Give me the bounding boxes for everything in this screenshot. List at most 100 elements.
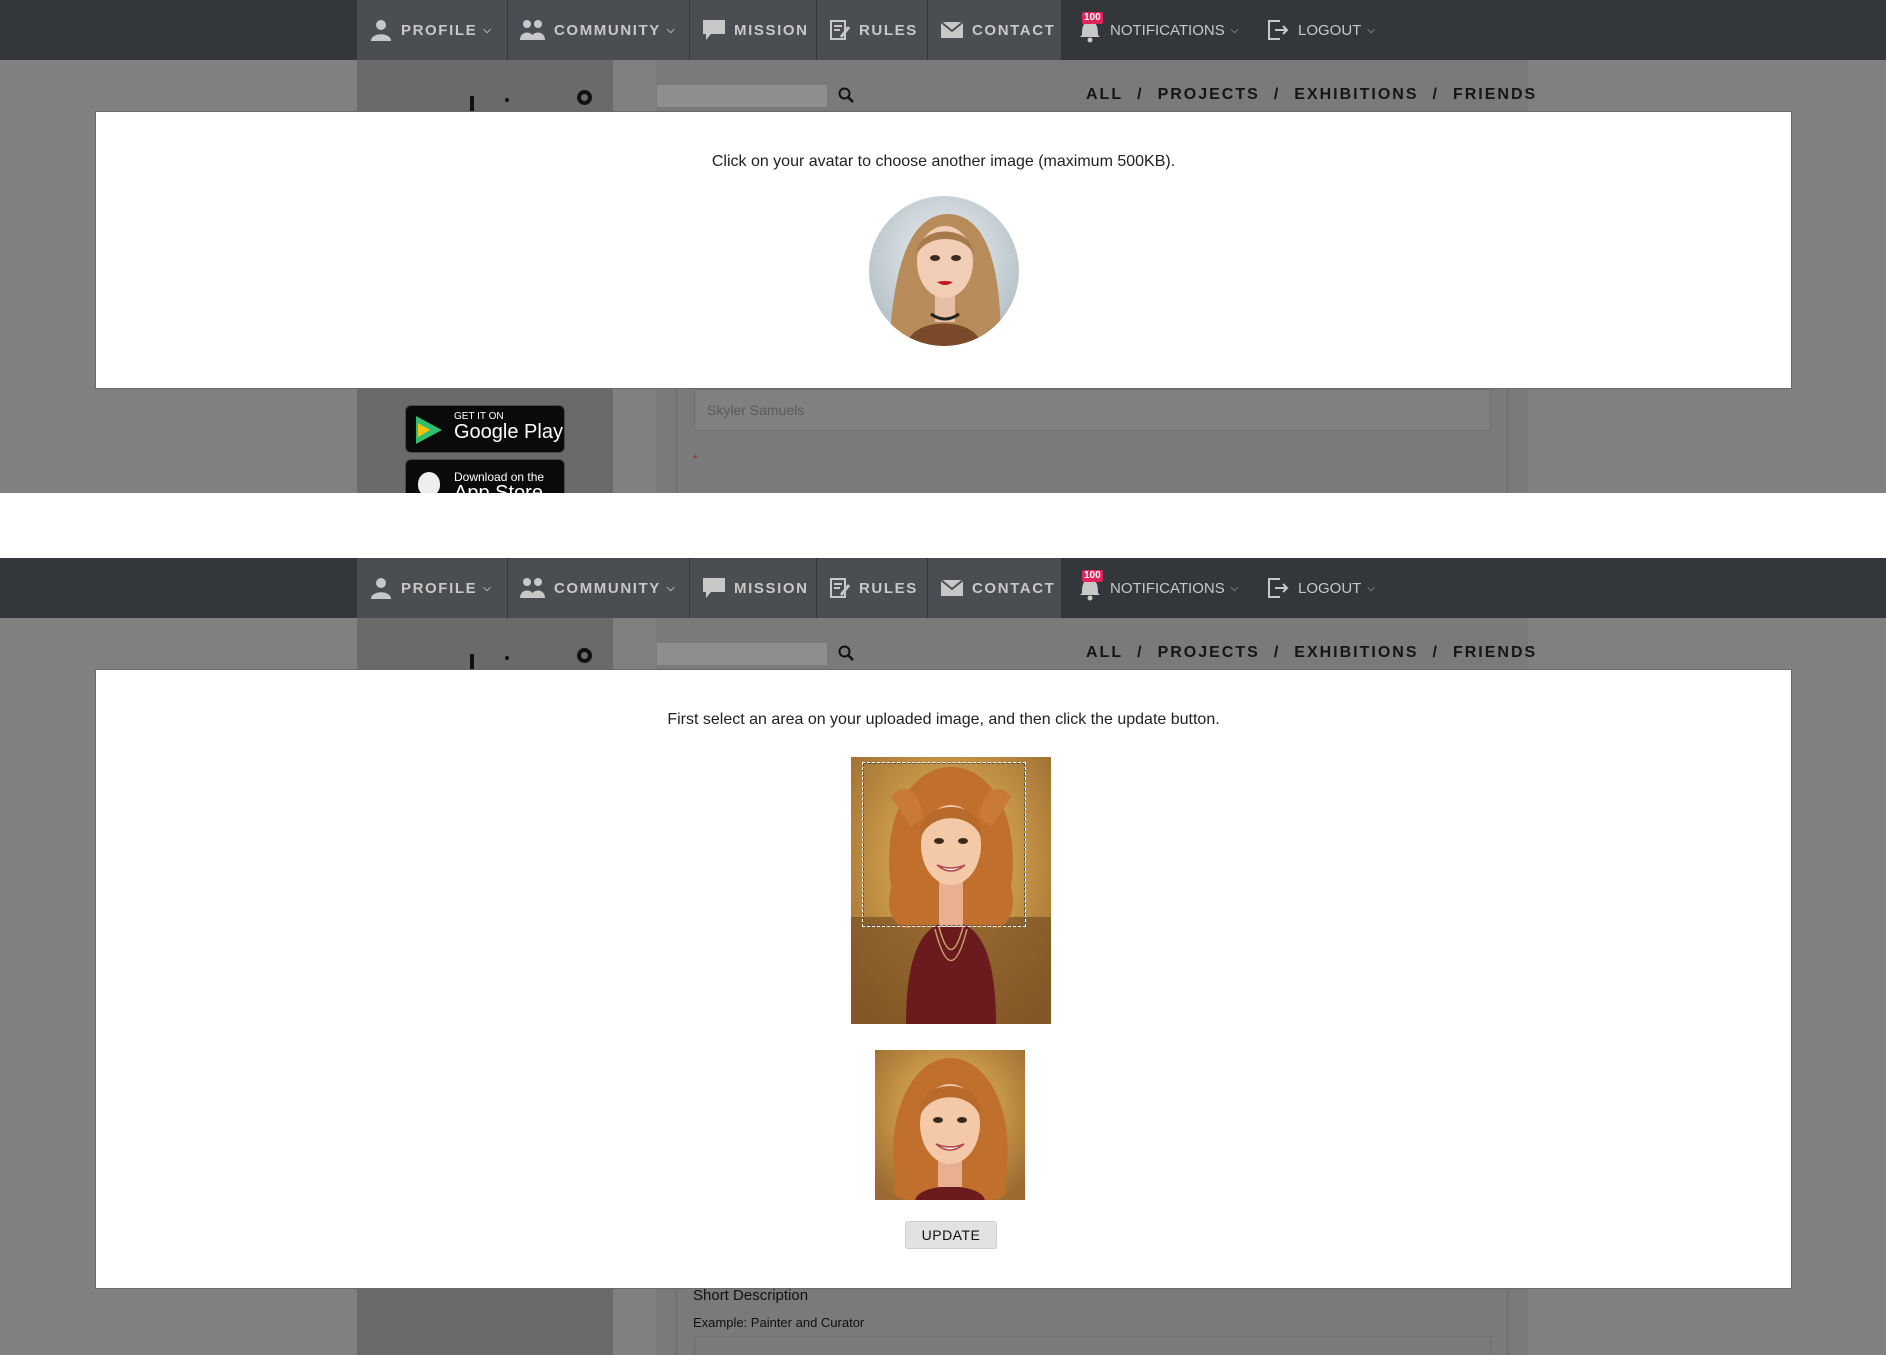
filter-friends[interactable]: FRIENDS [1453,86,1537,104]
nav-mission[interactable]: MISSION [690,0,816,60]
content-filters: ALL / PROJECTS / EXHIBITIONS / FRIENDS [1086,86,1537,104]
filter-projects[interactable]: PROJECTS [1158,644,1260,662]
nav-rules-label: RULES [859,579,918,597]
nav-rules[interactable]: RULES [817,558,927,618]
filter-separator: / [1432,86,1439,103]
update-button[interactable]: UPDATE [905,1221,997,1249]
envelope-icon [940,21,964,39]
nav-mission[interactable]: MISSION [690,558,816,618]
google-play-icon [416,416,442,444]
logout-icon [1266,576,1290,600]
filter-separator: / [1137,86,1144,103]
nav-contact-label: CONTACT [972,579,1056,597]
filter-friends[interactable]: FRIENDS [1453,644,1537,662]
nav-contact-label: CONTACT [972,21,1056,39]
user-icon [369,18,393,42]
nav-community-label: COMMUNITY [554,21,661,39]
nav-notifications[interactable]: 100 NOTIFICATIONS ⌵ [1066,558,1240,618]
nav-logout[interactable]: LOGOUT ⌵ [1254,0,1375,60]
screenshot-separator [0,493,1886,558]
filter-separator: / [1432,644,1439,661]
filter-exhibitions[interactable]: EXHIBITIONS [1294,86,1418,104]
rules-icon [829,577,851,599]
chat-bubble-icon [702,19,726,41]
logout-icon [1266,18,1290,42]
chevron-down-icon: ⌵ [666,24,677,36]
nav-profile-label: PROFILE [401,21,478,39]
nav-profile[interactable]: PROFILE ⌵ [357,0,507,60]
chevron-down-icon: ⌵ [1367,24,1375,36]
filter-exhibitions[interactable]: EXHIBITIONS [1294,644,1418,662]
google-play-button[interactable]: GET IT ON Google Play [405,405,565,453]
nav-mission-label: MISSION [734,579,809,597]
top-navigation: PROFILE ⌵ COMMUNITY ⌵ MISSION RULES CONT… [0,558,1886,618]
community-icon [520,18,546,42]
community-icon [520,576,546,600]
name-field[interactable]: Skyler Samuels [694,389,1491,431]
short-description-label: Short Description [693,1287,809,1304]
site-logo-fragment [577,648,592,663]
chevron-down-icon: ⌵ [1230,24,1239,36]
chat-bubble-icon [702,577,726,599]
chevron-down-icon: ⌵ [1367,582,1375,594]
short-description-example: Example: Painter and Curator [693,1315,865,1330]
site-logo-fragment [470,654,474,670]
top-navigation: PROFILE ⌵ COMMUNITY ⌵ MISSION RULES CONT… [0,0,1886,60]
filter-separator: / [1273,86,1281,103]
site-logo-fragment [470,96,474,112]
notification-badge: 100 [1082,12,1103,24]
required-marker: * [693,452,698,466]
nav-notifications[interactable]: 100 NOTIFICATIONS ⌵ [1066,0,1240,60]
chevron-down-icon: ⌵ [1230,582,1239,594]
notification-badge: 100 [1082,570,1103,582]
nav-notifications-label: NOTIFICATIONS [1110,21,1225,39]
search-icon[interactable] [838,87,854,108]
filter-separator: / [1273,644,1281,661]
short-description-field[interactable] [694,1336,1491,1355]
crop-instruction: First select an area on your uploaded im… [667,711,1220,728]
nav-logout-label: LOGOUT [1298,21,1362,39]
uploaded-image[interactable] [851,757,1051,1024]
nav-mission-label: MISSION [734,21,809,39]
search-input[interactable] [656,642,828,666]
content-filters: ALL / PROJECTS / EXHIBITIONS / FRIENDS [1086,644,1537,662]
nav-contact[interactable]: CONTACT [928,558,1061,618]
app-store-big-text: App Store [454,482,543,493]
screenshot-crop-modal: PROFILE ⌵ COMMUNITY ⌵ MISSION RULES CONT… [0,558,1886,1355]
crop-modal: First select an area on your uploaded im… [95,669,1792,1289]
filter-all[interactable]: ALL [1086,644,1123,662]
site-logo-fragment [577,90,592,105]
chevron-down-icon: ⌵ [666,582,677,594]
crop-selection-area[interactable] [862,762,1026,927]
nav-contact[interactable]: CONTACT [928,0,1061,60]
nav-community-label: COMMUNITY [554,579,661,597]
nav-community[interactable]: COMMUNITY ⌵ [508,0,689,60]
nav-community[interactable]: COMMUNITY ⌵ [508,558,689,618]
nav-profile-label: PROFILE [401,579,478,597]
filter-separator: / [1137,644,1144,661]
chevron-down-icon: ⌵ [483,24,493,36]
chevron-down-icon: ⌵ [483,582,493,594]
nav-notifications-label: NOTIFICATIONS [1110,579,1225,597]
avatar-image[interactable] [869,196,1019,346]
rules-icon [829,19,851,41]
user-icon [369,576,393,600]
apple-icon [418,472,440,493]
filter-all[interactable]: ALL [1086,86,1123,104]
nav-logout-label: LOGOUT [1298,579,1362,597]
envelope-icon [940,579,964,597]
nav-profile[interactable]: PROFILE ⌵ [357,558,507,618]
nav-rules-label: RULES [859,21,918,39]
site-logo-fragment [505,656,509,660]
crop-preview-image [875,1050,1025,1200]
avatar-modal: Click on your avatar to choose another i… [95,111,1792,389]
site-logo-fragment [505,98,509,102]
search-input[interactable] [656,84,828,108]
nav-rules[interactable]: RULES [817,0,927,60]
nav-logout[interactable]: LOGOUT ⌵ [1254,558,1375,618]
filter-projects[interactable]: PROJECTS [1158,86,1260,104]
app-store-button[interactable]: Download on the App Store [405,459,565,493]
search-icon[interactable] [838,645,854,666]
avatar-instruction: Click on your avatar to choose another i… [711,153,1176,170]
screenshot-avatar-modal: PROFILE ⌵ COMMUNITY ⌵ MISSION RULES CONT… [0,0,1886,493]
